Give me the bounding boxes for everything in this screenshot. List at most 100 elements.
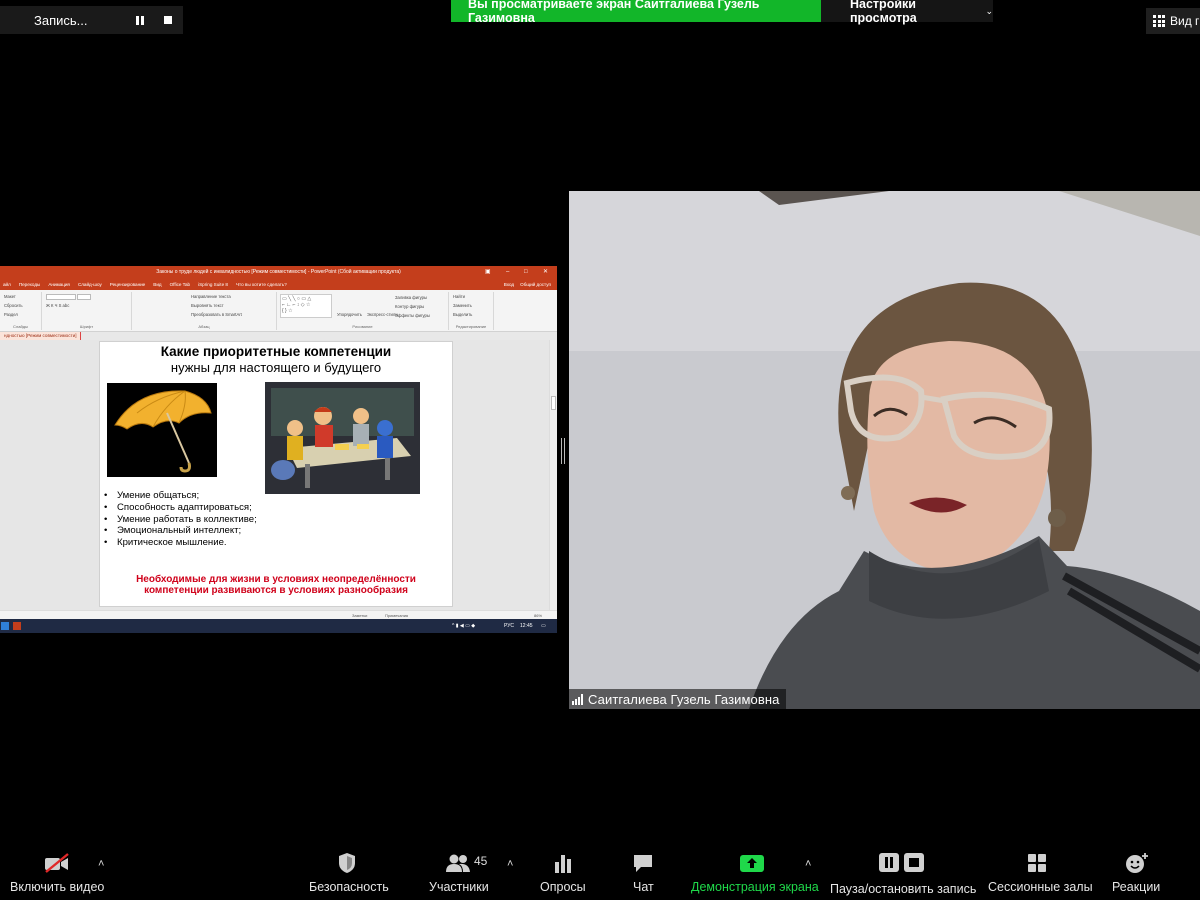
meeting-toolbar: ˄ Включить видео Безопасность 45 ˄ Участ… [0,842,1200,900]
stop-recording-button[interactable] [156,8,180,32]
shared-screen[interactable]: Законы о труде людей с инвалидностью [Ре… [0,266,557,633]
close-icon[interactable]: ✕ [543,266,548,279]
ribbon-section[interactable]: Раздел [0,310,41,319]
polls-icon [555,855,571,873]
ppt-signin[interactable]: Вход [504,282,514,287]
share-options-caret[interactable]: ˄ [805,858,811,870]
chat-icon [634,855,652,872]
maximize-icon[interactable]: □ [524,266,528,279]
font-name-box[interactable] [46,293,76,300]
ppt-document-tabs: ндностью [Режим совместимости] [0,332,557,340]
ppt-title-bar: Законы о труде людей с инвалидностью [Ре… [0,266,557,279]
ppt-tab[interactable]: Слайд-шоу [78,282,102,287]
ribbon-caption: Шрифт [79,324,94,329]
minimize-icon[interactable]: – [506,266,509,279]
polls-label: Опросы [540,880,586,894]
ppt-slide-canvas: Какие приоритетные компетенции нужны для… [0,340,557,610]
stop-icon [164,16,172,24]
comments-button[interactable]: Примечания [385,613,408,618]
ppt-tab[interactable]: айл [3,282,11,287]
list-item: Умение работать в коллективе; [104,514,257,526]
participants-options-caret[interactable]: ˄ [507,858,513,870]
shield-icon [339,853,355,873]
polls-button[interactable]: Опросы [530,842,595,900]
umbrella-image [107,383,217,477]
security-button[interactable]: Безопасность [300,842,395,900]
tray-icons[interactable]: ^ ▮ ◀ ▭ ◆ [452,623,475,629]
ppt-ribbon: Макет Сбросить Раздел Слайды Ж К Ч S abc… [0,290,557,332]
slide-subtitle: нужны для настоящего и будущего [170,360,382,375]
list-item: Способность адаптироваться; [104,502,257,514]
ppt-tab[interactable]: iSpring Suite 8 [198,282,228,287]
share-screen-icon [740,855,764,872]
pause-stop-recording-button[interactable]: Пауза/остановить запись [825,842,976,900]
screen-share-banner: Вы просматриваете экран Саитгалиева Гузе… [451,0,821,25]
reactions-icon [1126,853,1148,873]
ppt-tell-me[interactable]: Что вы хотите сделать? [236,282,287,287]
participant-video[interactable]: Саитгалиева Гузель Газимовна [569,191,1200,709]
list-item: Умение общаться; [104,490,257,502]
ribbon-shape-effects[interactable]: Эффекты фигуры [395,313,430,318]
powerpoint-taskbar-icon[interactable] [13,622,21,630]
pause-recording-button[interactable] [128,8,152,32]
font-size-box[interactable] [77,293,92,300]
reactions-button[interactable]: Реакции [1105,842,1170,900]
ribbon-quick-styles[interactable]: Экспресс-стили [367,312,398,317]
split-view-divider[interactable] [561,438,565,464]
font-style-buttons[interactable]: Ж К Ч S abc [42,301,131,310]
ribbon-arrange[interactable]: Упорядочить [337,312,362,317]
view-switch-button[interactable]: Вид г [1146,8,1200,34]
ribbon-layout[interactable]: Макет [0,292,41,301]
chat-label: Чат [633,880,654,894]
zoom-level[interactable]: 86% [534,613,542,618]
pause-icon [136,15,144,25]
participants-count: 45 [474,854,488,868]
ribbon-caption: Слайды [13,324,28,329]
ribbon-reset[interactable]: Сбросить [0,301,41,310]
start-video-button[interactable]: ˄ Включить видео [0,842,115,900]
ppt-tab[interactable]: Анимация [48,282,70,287]
start-icon[interactable] [1,622,9,630]
chat-button[interactable]: Чат [620,842,665,900]
ppt-tab[interactable]: Вид [153,282,161,287]
participants-button[interactable]: 45 ˄ Участники [420,842,520,900]
notes-button[interactable]: Заметки [352,613,367,618]
breakout-rooms-button[interactable]: Сессионные залы [985,842,1093,900]
ppt-document-tab[interactable]: ндностью [Режим совместимости] [0,332,82,340]
view-options-button[interactable]: Настройки просмотра ⌄ [821,0,993,25]
breakout-rooms-label: Сессионные залы [988,880,1093,894]
ppt-tab[interactable]: Office Tab [170,282,191,287]
ribbon-group-paragraph: Направление текста Выровнять текст Преоб… [132,292,277,330]
ribbon-smartart[interactable]: Преобразовать в SmartArt [187,310,276,319]
notification-icon[interactable]: ▭ [541,623,546,629]
video-options-caret[interactable]: ˄ [98,858,104,870]
pause-stop-icon [879,853,924,872]
view-switch-label: Вид г [1170,14,1200,28]
ribbon-text-direction[interactable]: Направление текста [187,292,276,301]
ppt-share[interactable]: Общий доступ [520,282,551,287]
ppt-tab[interactable]: Переходы [19,282,41,287]
language-indicator[interactable]: РУС [504,623,514,629]
signal-strength-icon [572,693,583,705]
view-options-label: Настройки просмотра [850,0,917,25]
video-feed [569,191,1200,709]
shapes-gallery[interactable]: ▭ ╲ ╲ ○ ▭ △ ⌐ ∟ ⌐ ↕ ◇ ☆{ } ☆ [280,294,332,318]
share-screen-button[interactable]: ˄ Демонстрация экрана [685,842,825,900]
ribbon-options-icon[interactable]: ▣ [485,266,491,279]
ribbon-group-drawing: ▭ ╲ ╲ ○ ▭ △ ⌐ ∟ ⌐ ↕ ◇ ☆{ } ☆ Упорядочить … [277,292,449,330]
ppt-ribbon-tabs: айл Переходы Анимация Слайд-шоу Рецензир… [0,279,557,290]
ribbon-find[interactable]: Найти [449,292,493,301]
chevron-down-icon: ⌄ [985,5,993,16]
ppt-vertical-scrollbar[interactable] [549,340,557,610]
windows-taskbar: ^ ▮ ◀ ▭ ◆ РУС 12:45 ▭ [0,619,557,633]
scrollbar-thumb[interactable] [551,396,556,410]
ribbon-align-text[interactable]: Выровнять текст [187,301,276,310]
ribbon-shape-outline[interactable]: Контур фигуры [395,304,424,309]
ribbon-shape-fill[interactable]: Заливка фигуры [395,295,427,300]
participant-name-tag: Саитгалиева Гузель Газимовна [569,689,786,709]
slide-footer-text: Необходимые для жизни в условиях неопред… [100,574,452,596]
ribbon-replace[interactable]: Заменить [449,301,493,310]
reactions-label: Реакции [1112,880,1161,894]
ribbon-select[interactable]: Выделить [449,310,493,319]
ppt-tab[interactable]: Рецензирование [110,282,145,287]
